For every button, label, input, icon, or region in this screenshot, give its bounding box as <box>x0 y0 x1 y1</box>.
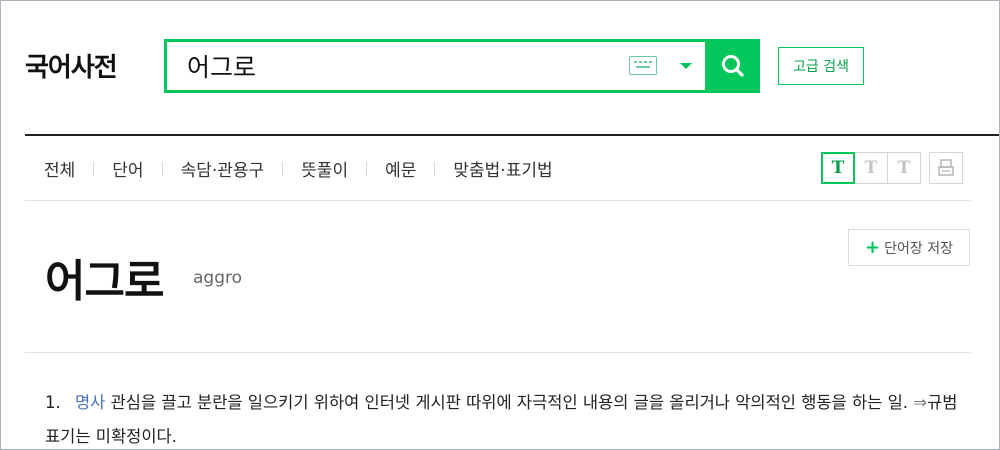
tab-definition[interactable]: 뜻풀이 <box>301 156 348 181</box>
tab-spelling[interactable]: 맞춤법·표기법 <box>453 156 552 181</box>
sense-definition: 관심을 끌고 분란을 일으키기 위하여 인터넷 게시판 따위에 자극적인 내용의… <box>110 393 909 412</box>
search-button[interactable] <box>705 39 760 93</box>
chevron-down-icon[interactable] <box>680 63 692 69</box>
part-of-speech-link[interactable]: 명사 <box>75 393 105 412</box>
sense-item: 1. 명사 관심을 끌고 분란을 일으키기 위하여 인터넷 게시판 따위에 자극적… <box>45 386 975 449</box>
search-input[interactable] <box>187 48 607 84</box>
print-button[interactable] <box>929 152 963 184</box>
tabs-divider <box>25 200 971 201</box>
save-label: 단어장 저장 <box>884 240 953 257</box>
tab-divider <box>93 161 95 176</box>
font-size-medium-button[interactable]: T <box>854 152 888 184</box>
tab-example[interactable]: 예문 <box>385 156 416 181</box>
font-size-tools: T T T <box>821 152 963 184</box>
tab-divider <box>282 161 284 176</box>
tab-divider <box>434 161 436 176</box>
tab-divider <box>366 161 368 176</box>
entry-divider <box>25 352 971 353</box>
tab-bar: 전체 단어 속담·관용구 뜻풀이 예문 맞춤법·표기법 <box>44 156 553 181</box>
print-icon <box>938 159 954 176</box>
tab-divider <box>161 161 163 176</box>
page-frame: 국어사전 고급 검색 전체 단어 속담·관용구 뜻풀이 예문 맞춤법·표기법 <box>0 0 1000 450</box>
keyboard-icon[interactable] <box>629 56 657 75</box>
search-box <box>164 39 760 93</box>
tab-all[interactable]: 전체 <box>44 156 75 181</box>
tab-word[interactable]: 단어 <box>112 156 143 181</box>
font-size-large-button[interactable]: T <box>887 152 921 184</box>
tab-proverb-idiom[interactable]: 속담·관용구 <box>181 156 265 181</box>
font-size-small-button[interactable]: T <box>821 152 855 184</box>
entry-headword: 어그로 <box>45 256 164 307</box>
sense-number: 1. <box>45 393 61 412</box>
reference-arrow: ⇒ <box>913 393 928 412</box>
header-divider <box>25 134 999 136</box>
advanced-search-button[interactable]: 고급 검색 <box>778 47 864 85</box>
save-to-wordbook-button[interactable]: + 단어장 저장 <box>848 229 970 266</box>
logo[interactable]: 국어사전 <box>25 47 118 84</box>
plus-icon: + <box>865 236 881 258</box>
entry-origin: aggro <box>193 268 243 288</box>
search-icon <box>722 55 744 77</box>
